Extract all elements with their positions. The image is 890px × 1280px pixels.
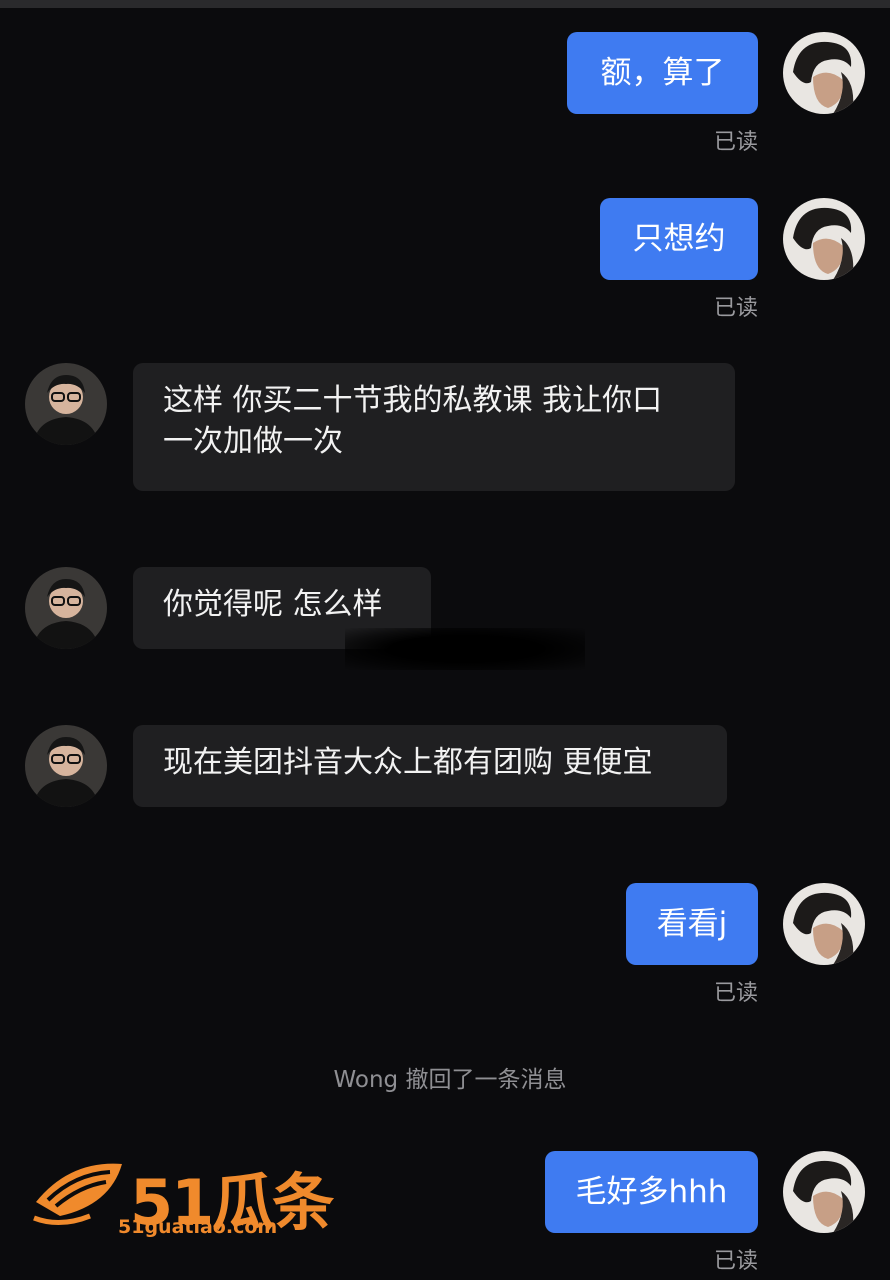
message-text-line: 这样 你买二十节我的私教课 我让你口 bbox=[163, 383, 663, 418]
peer-avatar-icon[interactable] bbox=[25, 567, 107, 649]
read-receipt: 已读 bbox=[713, 981, 758, 1006]
message-text: 额，算了 bbox=[600, 55, 725, 91]
watermark-url: 51guatiao.com bbox=[118, 1216, 278, 1238]
peer-avatar-icon[interactable] bbox=[25, 725, 107, 807]
incoming-message-bubble[interactable]: 这样 你买二十节我的私教课 我让你口 一次加做一次 bbox=[133, 363, 735, 491]
peer-avatar-icon[interactable] bbox=[25, 363, 107, 445]
message-text: 看看j bbox=[656, 906, 728, 942]
outgoing-message-bubble[interactable]: 看看j bbox=[626, 883, 758, 965]
message-text: 毛好多hhh bbox=[575, 1174, 728, 1210]
outgoing-message-bubble[interactable]: 只想约 bbox=[600, 198, 758, 280]
incoming-message-bubble[interactable]: 现在美团抖音大众上都有团购 更便宜 bbox=[133, 725, 727, 807]
message-text-line: 一次加做一次 bbox=[163, 424, 343, 459]
message-text: 只想约 bbox=[632, 221, 726, 257]
self-avatar-icon[interactable] bbox=[783, 198, 865, 280]
status-bar-strip bbox=[0, 0, 890, 8]
read-receipt: 已读 bbox=[713, 296, 758, 321]
self-avatar-icon[interactable] bbox=[783, 32, 865, 114]
message-text: 现在美团抖音大众上都有团购 更便宜 bbox=[163, 745, 653, 780]
read-receipt: 已读 bbox=[713, 1249, 758, 1274]
outgoing-message-bubble[interactable]: 额，算了 bbox=[567, 32, 758, 114]
message-text: 你觉得呢 怎么样 bbox=[163, 587, 383, 622]
redaction-scribble bbox=[345, 628, 585, 670]
self-avatar-icon[interactable] bbox=[783, 1151, 865, 1233]
self-avatar-icon[interactable] bbox=[783, 883, 865, 965]
recall-notice: Wong 撤回了一条消息 bbox=[333, 1067, 567, 1093]
read-receipt: 已读 bbox=[713, 130, 758, 155]
outgoing-message-bubble[interactable]: 毛好多hhh bbox=[545, 1151, 758, 1233]
